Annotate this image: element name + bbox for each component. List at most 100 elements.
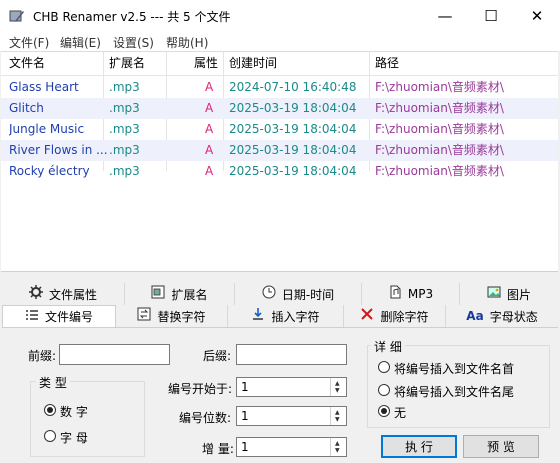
menu-settings[interactable]: 设置(S)	[113, 34, 154, 51]
tab-extension[interactable]: 扩展名	[125, 283, 235, 305]
cell-attribute: A	[205, 164, 214, 178]
cell-path: F:\zhuomian\音频素材\	[375, 101, 504, 115]
down-arrow-icon[interactable]: ▼	[335, 388, 340, 394]
down-arrow-icon[interactable]: ▼	[335, 448, 340, 454]
detail-insert-tail-label[interactable]: 将编号插入到文件名尾	[394, 383, 514, 400]
type-letter-label[interactable]: 字 母	[60, 429, 88, 446]
tab-label: 日期-时间	[281, 287, 335, 302]
detail-none-label[interactable]: 无	[394, 404, 406, 421]
cell-extension: .mp3	[109, 122, 140, 136]
menu-bar: 文件(F) 编辑(E) 设置(S) 帮助(H)	[0, 31, 560, 51]
cell-extension: .mp3	[109, 143, 140, 157]
tab-label: MP3	[407, 287, 434, 301]
stepper-arrows[interactable]: ▲ ▼	[330, 378, 346, 396]
type-number-radio[interactable]	[44, 404, 56, 416]
stepper-arrows[interactable]: ▲ ▼	[330, 438, 346, 456]
cell-path: F:\zhuomian\音频素材\	[375, 122, 504, 136]
cell-extension: .mp3	[109, 101, 140, 115]
file-list[interactable]: 文件名 扩展名 属性 创建时间 路径 Glass Heart .mp3 A 20…	[1, 51, 558, 272]
tab-label: 插入字符	[271, 309, 320, 324]
start-value: 1	[241, 380, 249, 394]
tab-label: 扩展名	[171, 287, 208, 302]
tab-delete-characters[interactable]: 删除字符	[344, 305, 446, 327]
down-arrow-icon[interactable]: ▼	[335, 417, 340, 423]
clock-icon	[262, 285, 276, 303]
increment-label: 增 量:	[202, 442, 234, 456]
suffix-input[interactable]	[236, 344, 347, 365]
column-header-extension[interactable]: 扩展名	[109, 52, 145, 74]
table-row[interactable]: Rocky électry .mp3 A 2025-03-19 18:04:04…	[1, 161, 558, 182]
type-number-label[interactable]: 数 字	[60, 403, 88, 420]
cell-created: 2025-03-19 18:04:04	[229, 101, 357, 115]
cell-attribute: A	[205, 122, 214, 136]
cell-path: F:\zhuomian\音频素材\	[375, 80, 504, 94]
maximize-button[interactable]: ☐	[468, 0, 514, 31]
start-stepper[interactable]: 1 ▲ ▼	[236, 377, 347, 397]
letter-case-icon: Aa	[466, 309, 484, 323]
close-button[interactable]: ✕	[514, 0, 560, 31]
menu-help[interactable]: 帮助(H)	[166, 34, 208, 51]
tab-letter-case[interactable]: Aa 字母状态	[446, 305, 558, 327]
cell-attribute: A	[205, 143, 214, 157]
tab-file-numbering[interactable]: 文件编号	[2, 305, 116, 327]
cell-path: F:\zhuomian\音频素材\	[375, 143, 504, 157]
tab-label: 字母状态	[489, 309, 538, 324]
tab-label: 文件属性	[48, 287, 97, 302]
type-group-title: 类 型	[36, 374, 70, 391]
preview-button[interactable]: 预 览	[463, 435, 539, 458]
increment-stepper[interactable]: 1 ▲ ▼	[236, 437, 347, 457]
replace-icon	[137, 307, 151, 325]
table-row[interactable]: Glitch .mp3 A 2025-03-19 18:04:04 F:\zhu…	[1, 98, 558, 119]
detail-none-radio[interactable]	[378, 405, 390, 417]
cell-extension: .mp3	[109, 164, 140, 178]
title-bar: CHB Renamer v2.5 --- 共 5 个文件 — ☐ ✕	[0, 0, 560, 31]
table-row[interactable]: Jungle Music .mp3 A 2025-03-19 18:04:04 …	[1, 119, 558, 140]
tab-mp3[interactable]: MP3	[362, 283, 460, 305]
tab-date-time[interactable]: 日期-时间	[235, 283, 362, 305]
detail-insert-tail-radio[interactable]	[378, 384, 390, 396]
cell-extension: .mp3	[109, 80, 140, 94]
app-icon	[9, 8, 25, 24]
tab-file-attributes[interactable]: 文件属性	[2, 283, 125, 305]
cell-name: Glass Heart	[9, 80, 79, 94]
minimize-button[interactable]: —	[422, 0, 468, 31]
execute-button[interactable]: 执 行	[381, 435, 457, 458]
cell-path: F:\zhuomian\音频素材\	[375, 164, 504, 178]
cell-name: Rocky électry	[9, 164, 90, 178]
table-row[interactable]: Glass Heart .mp3 A 2024-07-10 16:40:48 F…	[1, 77, 558, 98]
tab-replace-characters[interactable]: 替换字符	[116, 305, 228, 327]
cell-attribute: A	[205, 101, 214, 115]
column-header-name[interactable]: 文件名	[9, 52, 45, 74]
digits-stepper[interactable]: 1 ▲ ▼	[236, 406, 347, 426]
tab-picture[interactable]: 图片	[460, 283, 558, 305]
detail-insert-head-label[interactable]: 将编号插入到文件名首	[394, 360, 514, 377]
mp3-icon	[388, 285, 402, 303]
cell-attribute: A	[205, 80, 214, 94]
extension-icon	[151, 285, 165, 303]
digits-value: 1	[241, 409, 249, 423]
type-letter-radio[interactable]	[44, 430, 56, 442]
detail-insert-head-radio[interactable]	[378, 361, 390, 373]
insert-icon	[251, 307, 265, 325]
tab-insert-characters[interactable]: 插入字符	[228, 305, 344, 327]
detail-group-title: 详 细	[371, 338, 405, 355]
cell-created: 2025-03-19 18:04:04	[229, 143, 357, 157]
suffix-label: 后缀:	[203, 349, 232, 363]
table-row[interactable]: River Flows in ... .mp3 A 2025-03-19 18:…	[1, 140, 558, 161]
digits-label: 编号位数:	[179, 411, 232, 425]
column-header-attribute[interactable]: 属性	[194, 52, 218, 74]
cell-name: Glitch	[9, 101, 44, 115]
cell-created: 2024-07-10 16:40:48	[229, 80, 357, 94]
prefix-input[interactable]	[59, 344, 170, 365]
file-attributes-icon	[28, 285, 43, 303]
column-header-path[interactable]: 路径	[375, 52, 399, 74]
menu-edit[interactable]: 编辑(E)	[60, 34, 101, 51]
cell-created: 2025-03-19 18:04:04	[229, 122, 357, 136]
stepper-arrows[interactable]: ▲ ▼	[330, 407, 346, 425]
column-header-created[interactable]: 创建时间	[229, 52, 277, 74]
cell-name: River Flows in ...	[9, 143, 107, 157]
tab-label: 删除字符	[380, 309, 429, 324]
cell-created: 2025-03-19 18:04:04	[229, 164, 357, 178]
menu-file[interactable]: 文件(F)	[9, 34, 49, 51]
cell-name: Jungle Music	[9, 122, 85, 136]
